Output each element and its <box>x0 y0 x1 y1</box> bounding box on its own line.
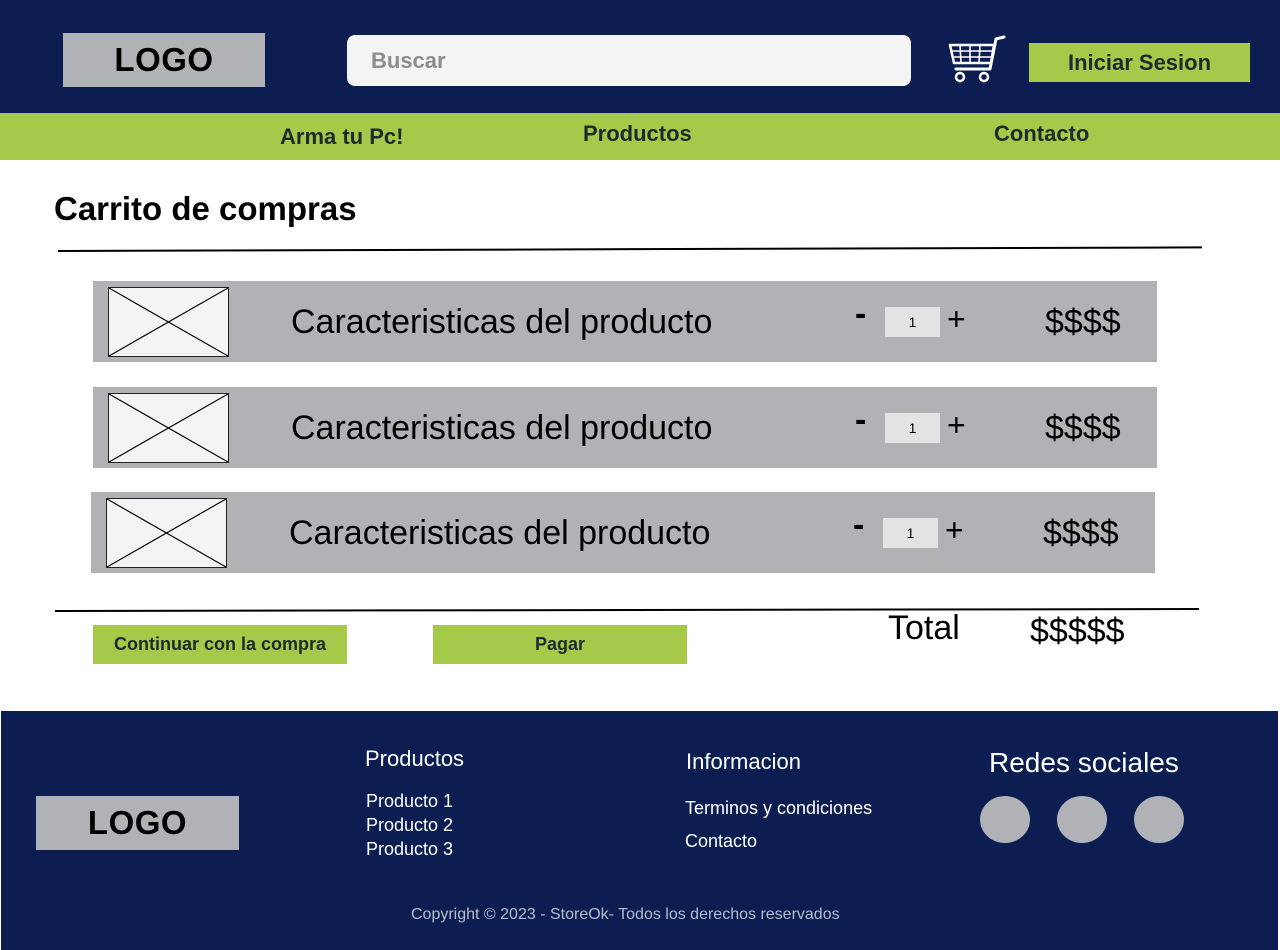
social-icon-3[interactable] <box>1134 796 1184 843</box>
divider-top <box>57 246 1202 252</box>
increase-quantity-button[interactable]: + <box>947 301 966 338</box>
quantity-input[interactable] <box>885 413 940 443</box>
footer-products-heading: Productos <box>365 746 465 771</box>
decrease-quantity-button[interactable]: - <box>855 295 866 334</box>
nav-item-arma-tu-pc[interactable]: Arma tu Pc! <box>280 124 403 150</box>
search-input[interactable] <box>347 35 911 86</box>
cart-item: Caracteristicas del producto - + $$$$ <box>93 281 1157 362</box>
product-price: $$$$ <box>1045 409 1121 447</box>
footer-link-producto-3[interactable]: Producto 3 <box>366 839 453 860</box>
increase-quantity-button[interactable]: + <box>947 407 966 444</box>
product-price: $$$$ <box>1045 303 1121 341</box>
copyright-text: Copyright © 2023 - StoreOk- Todos los de… <box>411 906 840 923</box>
footer-info-heading: Informacion <box>686 749 801 774</box>
total-value: $$$$$ <box>1030 612 1125 650</box>
product-description: Caracteristicas del producto <box>291 303 713 341</box>
decrease-quantity-button[interactable]: - <box>855 401 866 440</box>
main-nav: Arma tu Pc! Productos Contacto <box>0 113 1280 160</box>
footer-link-contacto[interactable]: Contacto <box>685 831 757 852</box>
header: LOGO Iniciar Sesion <box>0 0 1280 113</box>
page-title: Carrito de compras <box>54 190 357 227</box>
footer-social-heading: Redes sociales <box>989 747 1179 778</box>
increase-quantity-button[interactable]: + <box>945 512 964 549</box>
footer-link-producto-1[interactable]: Producto 1 <box>366 791 453 812</box>
image-placeholder-icon <box>108 393 229 463</box>
divider-bottom <box>54 608 1199 612</box>
footer-logo[interactable]: LOGO <box>36 796 239 850</box>
nav-item-productos[interactable]: Productos <box>583 121 692 147</box>
footer-link-terminos[interactable]: Terminos y condiciones <box>685 798 872 819</box>
decrease-quantity-button[interactable]: - <box>853 506 864 545</box>
shopping-cart-icon[interactable] <box>946 33 1006 89</box>
product-description: Caracteristicas del producto <box>291 409 713 447</box>
quantity-input[interactable] <box>885 307 940 337</box>
product-price: $$$$ <box>1043 514 1119 552</box>
cart-item: Caracteristicas del producto - + $$$$ <box>91 492 1155 573</box>
total-label: Total <box>888 609 960 647</box>
footer: LOGO Productos Producto 1 Producto 2 Pro… <box>1 711 1278 950</box>
pay-button[interactable]: Pagar <box>433 625 687 664</box>
image-placeholder-icon <box>106 498 227 568</box>
image-placeholder-icon <box>108 287 229 357</box>
cart-item: Caracteristicas del producto - + $$$$ <box>93 387 1157 468</box>
product-description: Caracteristicas del producto <box>289 514 711 552</box>
header-logo[interactable]: LOGO <box>63 33 265 87</box>
social-icon-2[interactable] <box>1057 796 1107 843</box>
social-icon-1[interactable] <box>980 796 1030 843</box>
continue-shopping-button[interactable]: Continuar con la compra <box>93 625 347 664</box>
login-button[interactable]: Iniciar Sesion <box>1029 43 1250 82</box>
quantity-input[interactable] <box>883 518 938 548</box>
nav-item-contacto[interactable]: Contacto <box>994 121 1089 147</box>
footer-link-producto-2[interactable]: Producto 2 <box>366 815 453 836</box>
